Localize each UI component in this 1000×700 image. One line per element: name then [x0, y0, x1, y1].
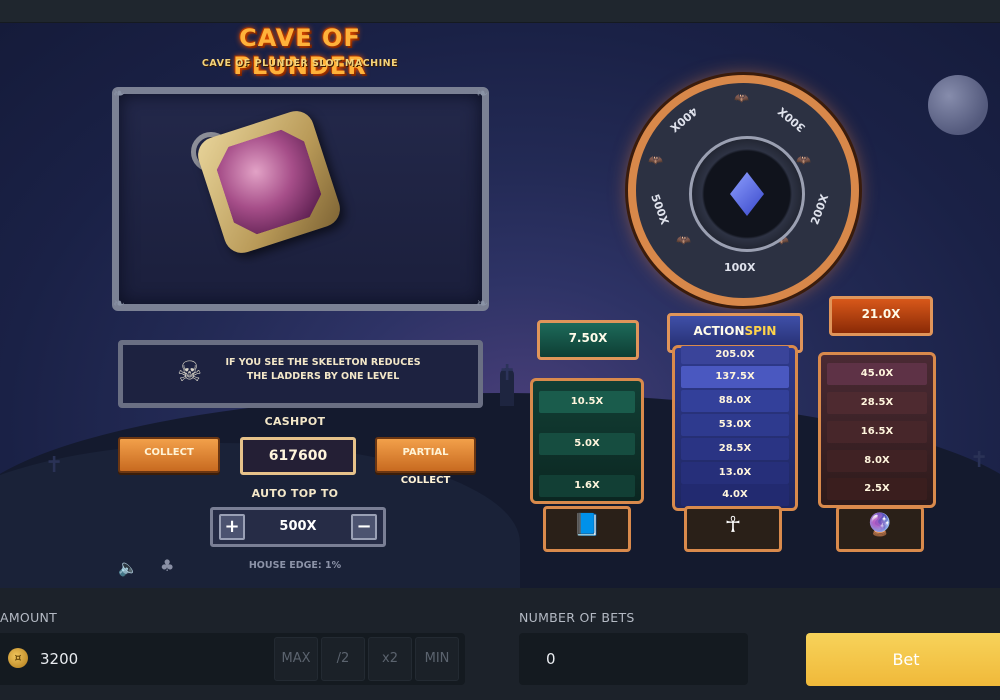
amount-value[interactable]: 3200 — [40, 650, 78, 668]
ladder-rung: 28.5X — [827, 392, 927, 414]
wheel-label-100x: 100X — [724, 261, 756, 274]
ladder-rung: 1.6X — [539, 475, 635, 497]
bonus-wheel: 100X 200X 300X 400X 500X 🦇 🦇 🦇 🦇 🦇 — [628, 75, 859, 306]
vine-icon: ❧ — [113, 296, 125, 312]
auto-top-label: AUTO TOP TO — [251, 487, 339, 500]
cross-decoration: ✝ — [498, 361, 517, 386]
actionspin-highlight: SPIN — [744, 324, 777, 338]
ladder-rung: 205.0X — [681, 346, 789, 364]
info-panel: ☠ IF YOU SEE THE SKELETON REDUCES THE LA… — [118, 340, 483, 408]
auto-top-value: 500X — [279, 519, 317, 534]
ankh-icon: ☥ — [724, 513, 742, 538]
green-ladder: 10.5X 5.0X 1.6X — [530, 378, 644, 504]
green-ladder-base: 📘 — [543, 506, 631, 552]
bet-button[interactable]: Bet — [806, 633, 1000, 686]
book-icon: 📘 — [573, 513, 601, 538]
ladder-rung: 10.5X — [539, 391, 635, 413]
plus-button[interactable]: + — [219, 514, 245, 540]
ladder-rung: 4.0X — [681, 484, 789, 506]
ladder-rung: 28.5X — [681, 438, 789, 460]
bets-value[interactable]: 0 — [546, 650, 556, 668]
amulet-icon: 🔮 — [866, 513, 894, 538]
acorn-icon[interactable]: ♣ — [160, 556, 174, 575]
diamond-icon — [730, 172, 764, 216]
game-title: CAVE OF PLUNDER — [233, 24, 367, 80]
ladder-rung: 5.0X — [539, 433, 635, 455]
wheel-label-200x: 200X — [808, 192, 832, 227]
skull-icon: ☠ — [177, 355, 203, 388]
ladder-rung: 8.0X — [827, 450, 927, 472]
vine-icon: ❧ — [476, 296, 488, 312]
cashpot-value: 617600 — [240, 437, 356, 475]
bat-icon: 🦇 — [796, 153, 811, 167]
game-subtitle: CAVE OF PLUNDER SLOT MACHINE — [201, 58, 399, 69]
red-ladder-top: 21.0X — [829, 296, 933, 336]
house-edge: HOUSE EDGE: 1% — [248, 560, 342, 571]
cashpot-label: CASHPOT — [264, 415, 326, 428]
auto-top-control: + 500X − — [210, 507, 386, 547]
actionspin-prefix: ACTION — [693, 324, 745, 338]
sound-icon[interactable]: 🔈 — [118, 558, 138, 577]
ladder-rung: 137.5X — [681, 366, 789, 388]
ladder-rung: 88.0X — [681, 390, 789, 412]
cross-decoration: ✝ — [45, 453, 64, 478]
gem-icon — [211, 124, 327, 240]
minus-button[interactable]: − — [351, 514, 377, 540]
moon-decoration — [928, 75, 988, 135]
bets-label: NUMBER OF BETS — [519, 610, 635, 625]
partial-collect-button[interactable]: PARTIAL COLLECT — [375, 437, 476, 486]
collect-button[interactable]: COLLECT — [118, 437, 220, 473]
red-ladder: 45.0X 28.5X 16.5X 8.0X 2.5X — [818, 352, 936, 508]
ladder-rung: 2.5X — [827, 478, 927, 500]
top-bar — [0, 0, 1000, 23]
reel-frame: ❧ ❧ ❧ ❧ — [112, 86, 489, 312]
wheel-label-500x: 500X — [648, 192, 672, 227]
ladder-rung: 45.0X — [827, 363, 927, 385]
ladder-rung: 16.5X — [827, 421, 927, 443]
bat-icon: 🦇 — [676, 233, 691, 247]
bat-icon: 🦇 — [648, 153, 663, 167]
cross-decoration: ✝ — [970, 448, 989, 473]
min-button[interactable]: MIN — [415, 637, 459, 681]
max-button[interactable]: MAX — [274, 637, 318, 681]
bat-icon: 🦇 — [734, 91, 749, 105]
amulet-symbol — [193, 106, 345, 258]
vine-icon: ❧ — [476, 86, 488, 102]
wheel-label-300x: 300X — [775, 104, 808, 135]
info-text: IF YOU SEE THE SKELETON REDUCES THE LADD… — [225, 357, 421, 382]
vine-icon: ❧ — [113, 86, 125, 102]
ladder-rung: 13.0X — [681, 462, 789, 484]
double-button[interactable]: x2 — [368, 637, 412, 681]
amount-label: AMOUNT — [0, 610, 58, 625]
blue-ladder: 205.0X 137.5X 88.0X 53.0X 28.5X 13.0X 4.… — [672, 345, 798, 511]
ladder-rung: 53.0X — [681, 414, 789, 436]
wheel-center[interactable] — [689, 136, 805, 252]
wheel-label-400x: 400X — [667, 104, 700, 135]
blue-ladder-base: ☥ — [684, 506, 782, 552]
green-ladder-top: 7.50X — [537, 320, 639, 360]
half-button[interactable]: /2 — [321, 637, 365, 681]
red-ladder-base: 🔮 — [836, 506, 924, 552]
coin-icon: ¤ — [8, 648, 28, 668]
